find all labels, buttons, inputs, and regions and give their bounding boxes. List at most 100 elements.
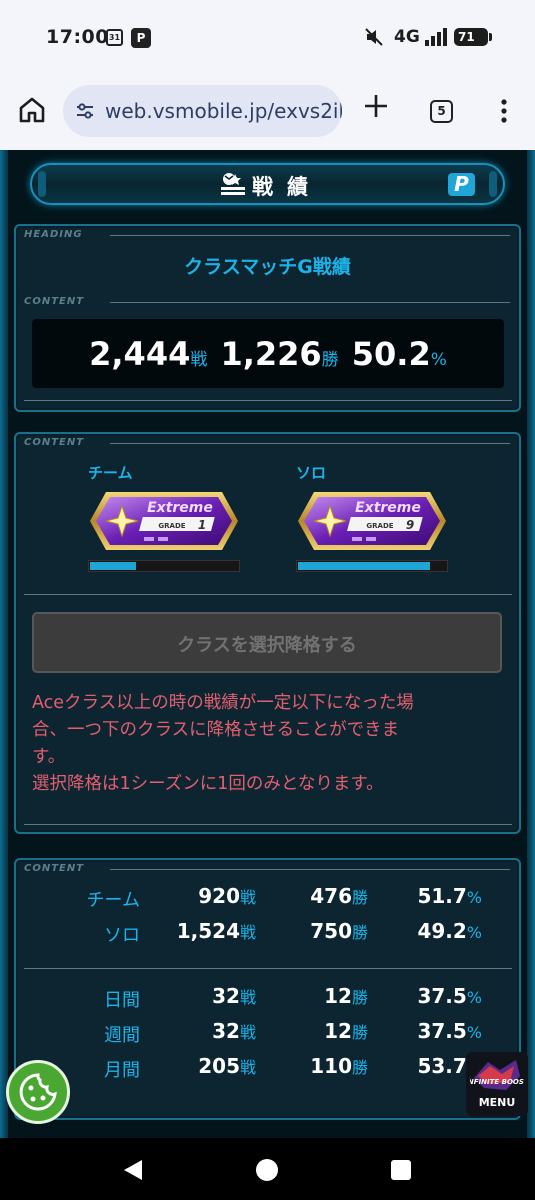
tab-switcher-button[interactable]: 5 (430, 100, 453, 123)
select-demote-button[interactable]: クラスを選択降格する (32, 612, 502, 673)
win-rate: 50.2 (351, 335, 431, 373)
stat-wins: 12勝 (324, 984, 368, 1008)
summary-box: 2,444戦 1,226勝 50.2% (32, 319, 504, 388)
team-class-gauge (88, 560, 240, 572)
class-panel: CONTENT チーム Extreme GRADE 1 ソロ Extreme G… (14, 432, 521, 834)
floating-menu-button[interactable]: INFINITE BOOST MENU (466, 1052, 528, 1116)
stat-wins: 476勝 (310, 884, 368, 908)
select-demote-label: クラスを選択降格する (177, 635, 357, 656)
p-point-button[interactable]: P (448, 173, 475, 196)
total-battles: 2,444 (89, 335, 191, 373)
panel-tag-heading: HEADING (24, 229, 83, 240)
note-line: 選択降格は1シーズンに1回のみとなります。 (32, 774, 384, 794)
recents-icon[interactable] (390, 1159, 412, 1181)
page-title-bar: 戦績 (30, 163, 505, 205)
solo-badge-grade: 9 (406, 518, 414, 532)
stat-battles: 205戦 (198, 1054, 256, 1078)
stat-wins: 110勝 (310, 1054, 368, 1078)
stat-battles: 32戦 (212, 1019, 256, 1043)
team-badge-rank: Extreme (147, 500, 213, 516)
battery-icon: 71 (454, 28, 492, 46)
stat-row-label: 日間 (104, 990, 140, 1011)
stat-rate: 37.5% (417, 984, 482, 1008)
stat-battles: 920戦 (198, 884, 256, 908)
menu-label: MENU (478, 1096, 516, 1109)
solo-badge-grade-label: GRADE (366, 522, 393, 530)
demotion-note: Aceクラス以上の時の戦績が一定以下になった場 合、一つ下のクラスに降格させるこ… (32, 690, 508, 798)
divider (24, 594, 512, 595)
solo-class-gauge (296, 560, 448, 572)
solo-class-label: ソロ (296, 464, 327, 482)
team-badge-grade-label: GRADE (158, 522, 185, 530)
rate-unit: % (430, 350, 447, 370)
panel-tag-content: CONTENT (24, 437, 85, 448)
stat-rate: 51.7% (417, 884, 482, 908)
stat-rate: 37.5% (417, 1019, 482, 1043)
stat-wins: 750勝 (310, 919, 368, 943)
stat-row: チーム 920戦 476勝 51.7% (16, 880, 523, 914)
note-line: す。 (32, 747, 66, 767)
stat-row: 日間 32戦 12勝 37.5% (16, 980, 523, 1014)
total-wins: 1,226 (220, 335, 322, 373)
stat-row-label: チーム (86, 890, 140, 911)
calendar-notification-icon: 31 (106, 29, 123, 46)
cookie-settings-button[interactable] (6, 1060, 70, 1124)
system-nav-bar (0, 1138, 535, 1200)
game-logo-icon: INFINITE BOOST (470, 1060, 524, 1090)
cookie-icon (19, 1073, 57, 1111)
solo-gauge-fill (298, 562, 430, 570)
signal-icon (425, 28, 447, 46)
note-line: Aceクラス以上の時の戦績が一定以下になった場 (32, 693, 414, 713)
web-page: 戦績 P HEADING クラスマッチG戦績 CONTENT 2,444戦 1,… (0, 150, 535, 1138)
stat-row-label: 週間 (104, 1025, 140, 1046)
divider (110, 443, 510, 444)
team-class-badge: Extreme GRADE 1 (90, 492, 238, 550)
browser-toolbar: web.vsmobile.jp/exvs2ib/ 5 (0, 70, 535, 150)
divider (110, 235, 510, 236)
divider (24, 968, 512, 969)
new-tab-icon[interactable] (362, 92, 390, 120)
class-match-heading: クラスマッチG戦績 (184, 256, 351, 278)
record-icon (221, 173, 245, 195)
status-time: 17:00 (46, 26, 109, 48)
team-class-label: チーム (88, 464, 133, 482)
solo-badge-rank: Extreme (355, 500, 421, 516)
url-text: web.vsmobile.jp/exvs2ib/ (105, 99, 342, 123)
divider (110, 302, 510, 303)
stat-battles: 32戦 (212, 984, 256, 1008)
stat-row-label: ソロ (104, 925, 140, 946)
panel-tag-content: CONTENT (24, 296, 85, 307)
team-badge-grade: 1 (198, 518, 206, 532)
class-match-summary-panel: HEADING クラスマッチG戦績 CONTENT 2,444戦 1,226勝 … (14, 224, 521, 412)
stat-rate: 49.2% (417, 919, 482, 943)
divider (24, 824, 512, 825)
stat-row: ソロ 1,524戦 750勝 49.2% (16, 915, 523, 949)
divider (24, 400, 512, 401)
summary-line: 2,444戦 1,226勝 50.2% (32, 335, 504, 373)
back-icon[interactable] (120, 1158, 146, 1182)
battles-unit: 戦 (190, 350, 208, 370)
more-options-icon[interactable] (494, 98, 514, 124)
title-bar-cap (489, 171, 497, 197)
title-bar-cap (38, 171, 46, 197)
stat-row: 週間 32戦 12勝 37.5% (16, 1015, 523, 1049)
solo-class-badge: Extreme GRADE 9 (298, 492, 446, 550)
status-bar: 17:00 31 P 4G 71 (0, 0, 535, 70)
home-icon[interactable] (16, 94, 48, 126)
stat-wins: 12勝 (324, 1019, 368, 1043)
team-gauge-fill (90, 562, 136, 570)
network-type: 4G (394, 27, 420, 47)
stat-row: 月間205戦110勝53.7% (16, 1050, 523, 1084)
page-title: 戦績 (252, 175, 322, 199)
site-info-icon[interactable] (75, 101, 95, 121)
note-line: 合、一つ下のクラスに降格させることができま (32, 720, 400, 740)
stats-panel: CONTENT チーム 920戦 476勝 51.7% ソロ 1,524戦 750勝 49.2… (14, 858, 521, 1120)
mute-icon (365, 28, 383, 46)
logo-text: INFINITE BOOST (470, 1078, 524, 1086)
home-nav-icon[interactable] (255, 1158, 279, 1182)
wins-unit: 勝 (321, 350, 339, 370)
divider (110, 869, 510, 870)
app-notification-icon: P (131, 28, 151, 48)
address-bar[interactable]: web.vsmobile.jp/exvs2ib/ (63, 85, 342, 137)
stat-battles: 1,524戦 (176, 919, 256, 943)
